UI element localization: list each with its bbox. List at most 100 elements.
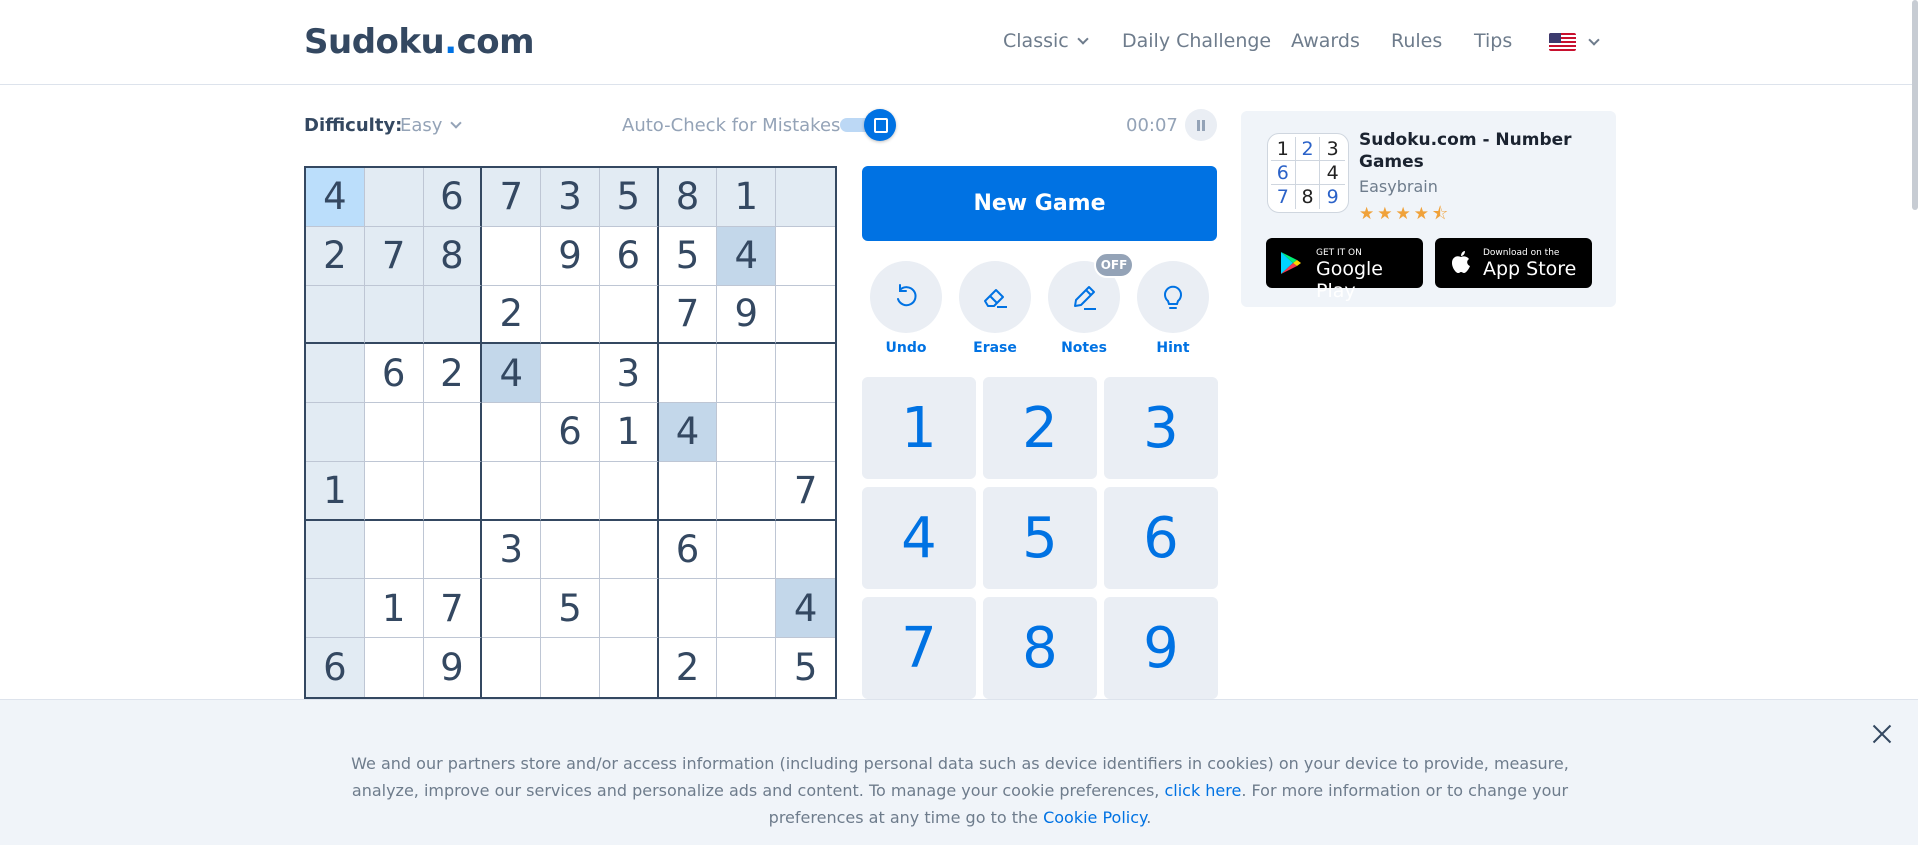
board-cell-r9-c6[interactable] <box>600 638 659 697</box>
board-cell-r2-c1[interactable]: 2 <box>306 226 365 286</box>
board-cell-r6-c4[interactable] <box>482 461 542 521</box>
pause-icon[interactable] <box>1185 109 1217 141</box>
numpad-key-4[interactable]: 4 <box>862 487 976 589</box>
site-logo[interactable]: Sudoku.com <box>304 22 535 62</box>
difficulty-select[interactable]: Easy <box>400 115 463 136</box>
board-cell-r5-c5[interactable]: 6 <box>541 403 600 462</box>
autocheck-toggle[interactable] <box>840 109 896 141</box>
close-icon[interactable] <box>1870 722 1894 746</box>
numpad-key-6[interactable]: 6 <box>1104 487 1218 589</box>
board-cell-r1-c7[interactable]: 8 <box>658 168 718 227</box>
board-cell-r5-c6[interactable]: 1 <box>599 403 659 462</box>
board-cell-r7-c1[interactable] <box>306 520 365 580</box>
board-cell-r4-c5[interactable] <box>541 344 600 404</box>
board-cell-r4-c8[interactable] <box>717 344 777 404</box>
board-cell-r5-c9[interactable] <box>776 403 835 462</box>
board-cell-r6-c8[interactable] <box>717 461 777 521</box>
board-cell-r3-c8[interactable]: 9 <box>717 285 777 345</box>
board-cell-r8-c5[interactable]: 5 <box>541 579 600 639</box>
board-cell-r3-c2[interactable] <box>364 285 424 345</box>
board-cell-r2-c8[interactable]: 4 <box>717 226 777 286</box>
board-cell-r8-c9[interactable]: 4 <box>776 579 835 639</box>
board-cell-r2-c9[interactable] <box>776 227 835 286</box>
board-cell-r2-c2[interactable]: 7 <box>364 226 424 286</box>
board-cell-r3-c7[interactable]: 7 <box>658 285 718 345</box>
board-cell-r8-c6[interactable] <box>599 579 659 639</box>
board-cell-r5-c4[interactable] <box>482 403 542 462</box>
board-cell-r7-c6[interactable] <box>599 520 659 580</box>
board-cell-r9-c4[interactable] <box>482 638 542 697</box>
board-cell-r7-c5[interactable] <box>541 520 600 580</box>
board-cell-r8-c1[interactable] <box>306 579 365 639</box>
erase-button[interactable] <box>959 261 1031 333</box>
new-game-button[interactable]: New Game <box>862 166 1217 241</box>
board-cell-r9-c1[interactable]: 6 <box>306 638 365 697</box>
board-cell-r6-c5[interactable] <box>541 461 600 521</box>
board-cell-r5-c2[interactable] <box>364 403 424 462</box>
board-cell-r8-c7[interactable] <box>658 579 718 639</box>
board-cell-r3-c6[interactable] <box>599 285 659 345</box>
board-cell-r3-c1[interactable] <box>306 285 365 345</box>
board-cell-r7-c4[interactable]: 3 <box>482 520 542 580</box>
board-cell-r9-c9[interactable]: 5 <box>776 638 835 697</box>
nav-daily-challenge[interactable]: Daily Challenge <box>1122 30 1271 52</box>
board-cell-r3-c9[interactable] <box>776 286 835 345</box>
board-cell-r9-c8[interactable] <box>717 638 777 697</box>
board-cell-r1-c2[interactable] <box>364 168 424 227</box>
board-cell-r1-c4[interactable]: 7 <box>482 168 542 227</box>
board-cell-r7-c7[interactable]: 6 <box>658 520 718 580</box>
numpad-key-3[interactable]: 3 <box>1104 377 1218 479</box>
board-cell-r4-c6[interactable]: 3 <box>599 344 659 404</box>
board-cell-r2-c6[interactable]: 6 <box>599 226 659 286</box>
board-cell-r3-c5[interactable] <box>541 285 600 345</box>
board-cell-r3-c4[interactable]: 2 <box>482 285 542 345</box>
undo-button[interactable] <box>870 261 942 333</box>
board-cell-r7-c2[interactable] <box>364 520 424 580</box>
board-cell-r7-c8[interactable] <box>717 520 777 580</box>
numpad-key-9[interactable]: 9 <box>1104 597 1218 699</box>
board-cell-r6-c7[interactable] <box>658 461 718 521</box>
board-cell-r2-c3[interactable]: 8 <box>423 226 483 286</box>
us-flag-icon[interactable] <box>1549 33 1576 51</box>
board-cell-r5-c3[interactable] <box>423 403 483 462</box>
cookie-preferences-link[interactable]: click here <box>1164 781 1241 800</box>
board-cell-r3-c3[interactable] <box>423 285 483 345</box>
board-cell-r1-c1[interactable]: 4 <box>306 168 365 227</box>
board-cell-r7-c9[interactable] <box>776 521 835 580</box>
board-cell-r1-c3[interactable]: 6 <box>423 168 483 227</box>
nav-rules[interactable]: Rules <box>1391 30 1442 52</box>
board-cell-r9-c7[interactable]: 2 <box>659 638 718 697</box>
board-cell-r9-c3[interactable]: 9 <box>424 638 483 697</box>
board-cell-r6-c1[interactable]: 1 <box>306 461 365 521</box>
numpad-key-8[interactable]: 8 <box>983 597 1097 699</box>
board-cell-r9-c5[interactable] <box>541 638 600 697</box>
board-cell-r6-c3[interactable] <box>423 461 483 521</box>
board-cell-r1-c8[interactable]: 1 <box>717 168 777 227</box>
board-cell-r4-c4[interactable]: 4 <box>482 344 542 404</box>
board-cell-r6-c9[interactable]: 7 <box>776 462 835 521</box>
board-cell-r8-c4[interactable] <box>482 579 542 639</box>
board-cell-r5-c7[interactable]: 4 <box>658 403 718 462</box>
hint-button[interactable] <box>1137 261 1209 333</box>
nav-tips[interactable]: Tips <box>1474 30 1512 52</box>
board-cell-r6-c2[interactable] <box>364 461 424 521</box>
nav-awards[interactable]: Awards <box>1291 30 1360 52</box>
board-cell-r4-c3[interactable]: 2 <box>423 344 483 404</box>
page-scrollbar[interactable] <box>1912 0 1918 210</box>
board-cell-r1-c9[interactable] <box>776 168 835 227</box>
nav-classic[interactable]: Classic <box>1003 30 1089 52</box>
cookie-policy-link[interactable]: Cookie Policy <box>1043 808 1146 827</box>
board-cell-r1-c5[interactable]: 3 <box>541 168 600 227</box>
app-store-button[interactable]: Download on the App Store <box>1435 238 1592 288</box>
board-cell-r9-c2[interactable] <box>365 638 424 697</box>
board-cell-r8-c2[interactable]: 1 <box>364 579 424 639</box>
board-cell-r4-c1[interactable] <box>306 344 365 404</box>
board-cell-r5-c8[interactable] <box>717 403 777 462</box>
numpad-key-2[interactable]: 2 <box>983 377 1097 479</box>
board-cell-r8-c3[interactable]: 7 <box>423 579 483 639</box>
board-cell-r5-c1[interactable] <box>306 403 365 462</box>
board-cell-r2-c4[interactable] <box>482 226 542 286</box>
language-chevron-down-icon[interactable] <box>1588 34 1600 46</box>
board-cell-r7-c3[interactable] <box>423 520 483 580</box>
board-cell-r2-c7[interactable]: 5 <box>658 226 718 286</box>
